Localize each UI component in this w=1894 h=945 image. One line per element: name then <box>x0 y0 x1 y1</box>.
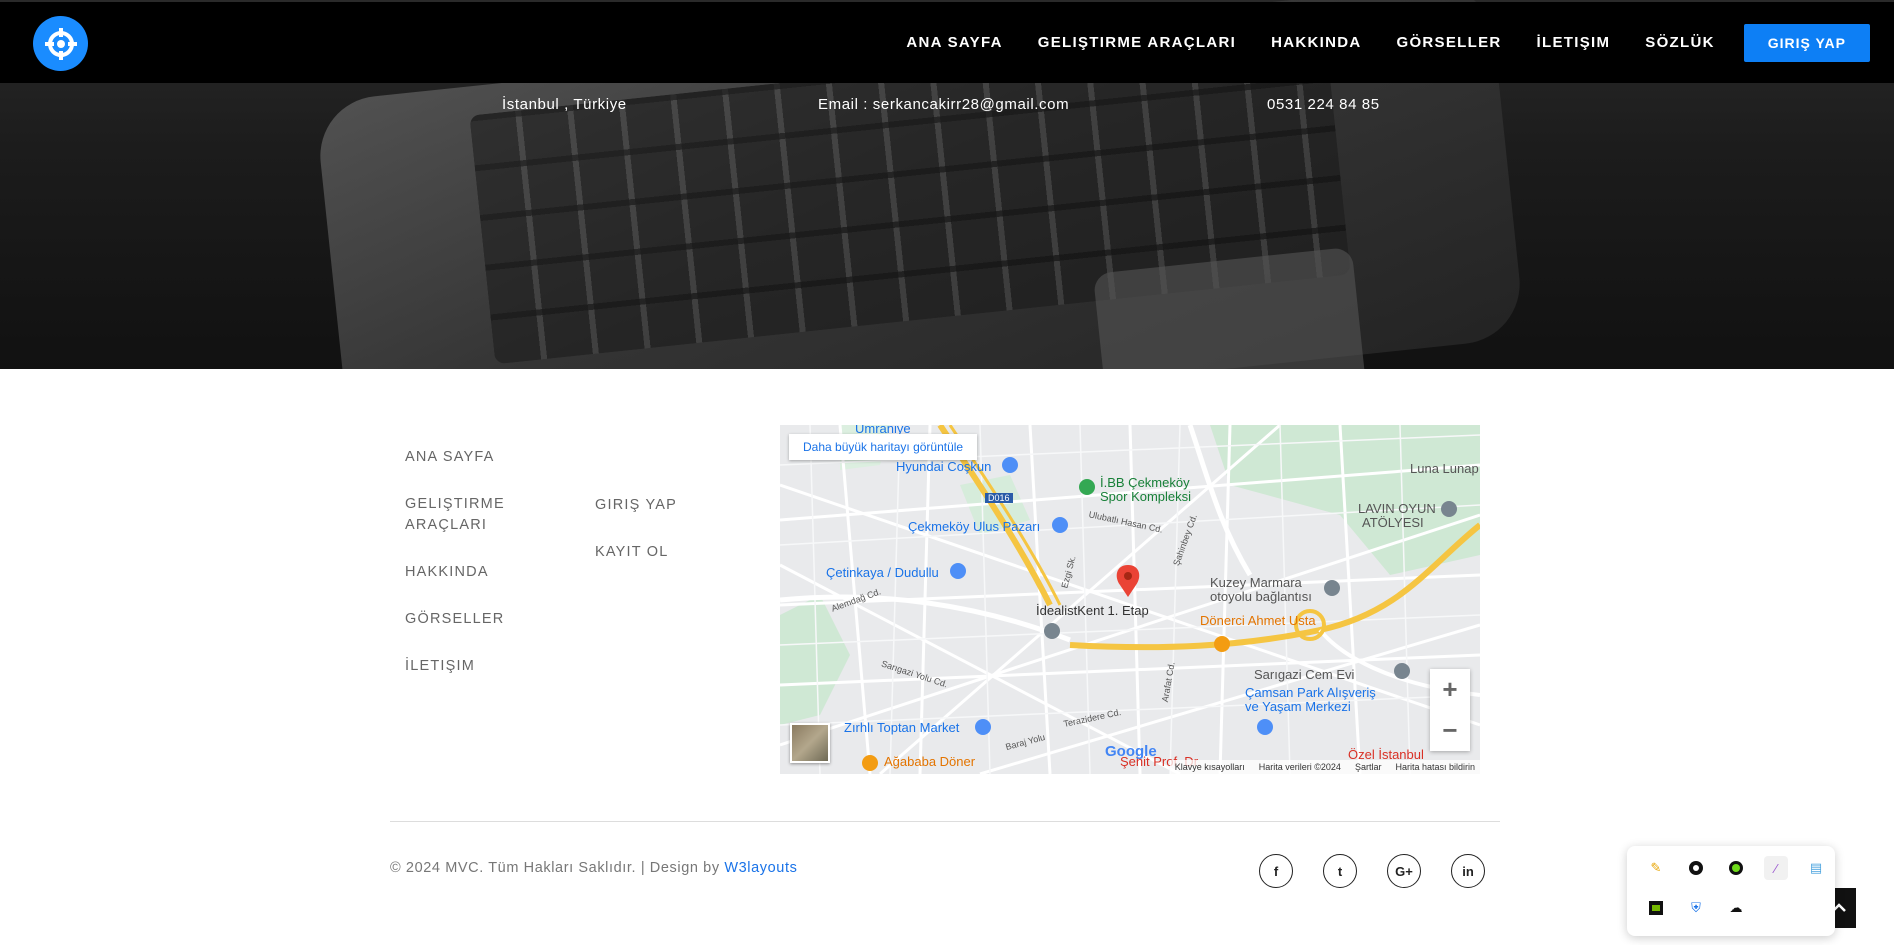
nav-ana-sayfa[interactable]: ANA SAYFA <box>906 25 1002 61</box>
footer-link-ana-sayfa[interactable]: ANA SAYFA <box>405 447 515 468</box>
footer-link-kayit-ol[interactable]: KAYIT OL <box>595 542 705 563</box>
footer-link-gelistirme-araclari[interactable]: GELIŞTIRME ARAÇLARI <box>405 494 515 536</box>
tray-app-nvidia-icon[interactable] <box>1644 896 1668 920</box>
system-tray-overflow: ✎ ⁄ ▤ ⛨ ☁ <box>1627 846 1835 936</box>
linkedin-icon[interactable]: in <box>1451 854 1485 888</box>
tray-app-feather-icon[interactable]: ⁄ <box>1764 856 1788 880</box>
map-label-ulus: Çekmeköy Ulus Pazarı <box>908 519 1041 534</box>
map-label-cetinkaya: Çetinkaya / Dudullu <box>826 565 939 580</box>
map-label-camsan: Çamsan Park Alışveriş <box>1245 685 1376 700</box>
map-attribution: Klavye kısayolları Harita verileri ©2024… <box>1169 760 1480 774</box>
report-error-link[interactable]: Harita hatası bildirin <box>1395 762 1475 772</box>
w3layouts-link[interactable]: W3layouts <box>724 860 797 876</box>
map-label-agababa: Ağababa Döner <box>884 754 976 769</box>
nav-menu: ANA SAYFA GELIŞTIRME ARAÇLARI HAKKINDA G… <box>906 24 1870 62</box>
footer-links-main: ANA SAYFA GELIŞTIRME ARAÇLARI HAKKINDA G… <box>405 447 515 703</box>
footer-link-giris-yap[interactable]: GIRIŞ YAP <box>595 495 705 516</box>
zoom-in-button[interactable]: + <box>1430 669 1470 710</box>
tray-app-cloud-icon[interactable]: ☁ <box>1724 896 1748 920</box>
footer-link-iletisim[interactable]: İLETIŞIM <box>405 656 515 677</box>
map-label-hyundai: Hyundai Coşkun <box>896 459 992 474</box>
nav-gelistirme-araclari[interactable]: GELIŞTIRME ARAÇLARI <box>1038 25 1236 61</box>
map-zoom-controls: + − <box>1430 669 1470 751</box>
map-label-sarigazi: Sarıgazi Cem Evi <box>1254 667 1355 682</box>
footer-link-gorseller[interactable]: GÖRSELLER <box>405 609 515 630</box>
tray-app-blue-icon[interactable]: ▤ <box>1804 856 1828 880</box>
map-data-text: Harita verileri ©2024 <box>1258 762 1341 772</box>
nav-gorseller[interactable]: GÖRSELLER <box>1396 25 1501 61</box>
nav-sozluk[interactable]: SÖZLÜK <box>1645 25 1714 61</box>
contact-location: İstanbul , Türkiye <box>502 96 627 113</box>
map-label-kuzey: Kuzey Marmara <box>1210 575 1302 590</box>
tray-app-github-icon[interactable] <box>1684 856 1708 880</box>
footer-links-account: GIRIŞ YAP KAYIT OL <box>595 495 705 589</box>
map-label-lavin2: ATÖLYESI <box>1362 515 1424 530</box>
twitter-icon[interactable]: t <box>1323 854 1357 888</box>
google-logo: Google <box>1105 743 1157 760</box>
map-label-idealist: İdealistKent 1. Etap <box>1036 603 1149 618</box>
map-label-camsan2: ve Yaşam Merkezi <box>1245 699 1351 714</box>
tray-app-green-icon[interactable] <box>1724 856 1748 880</box>
nav-hakkinda[interactable]: HAKKINDA <box>1271 25 1361 61</box>
map-label-ibb: İ.BB Çekmeköy <box>1100 475 1190 490</box>
logo-crosshair-icon[interactable] <box>33 16 88 71</box>
facebook-icon[interactable]: f <box>1259 854 1293 888</box>
login-button[interactable]: GIRIŞ YAP <box>1743 24 1870 62</box>
map-label-luna: Luna Lunap <box>1410 461 1479 476</box>
larger-map-link[interactable]: Daha büyük haritayı görüntüle <box>789 434 978 460</box>
tray-app-shield-icon[interactable]: ⛨ <box>1684 896 1708 920</box>
copyright: © 2024 MVC. Tüm Hakları Saklıdır. | Desi… <box>390 860 797 876</box>
map-label-kuzey2: otoyolu bağlantısı <box>1210 589 1312 604</box>
map-label-donerci: Dönerci Ahmet Usta <box>1200 613 1316 628</box>
footer-divider <box>390 821 1500 822</box>
footer-link-hakkinda[interactable]: HAKKINDA <box>405 562 515 583</box>
satellite-toggle-button[interactable] <box>790 723 830 763</box>
map-label-ibb2: Spor Kompleksi <box>1100 489 1192 504</box>
tray-app-yellow-icon[interactable]: ✎ <box>1644 856 1668 880</box>
contact-email: Email : serkancakirr28@gmail.com <box>818 96 1070 113</box>
embedded-map[interactable]: Ümraniye Hyundai Coşkun İ.BB Çekmeköy Sp… <box>780 425 1480 774</box>
map-label-d016: D016 <box>985 493 1013 503</box>
google-plus-icon[interactable]: G+ <box>1387 854 1421 888</box>
navbar: ANA SAYFA GELIŞTIRME ARAÇLARI HAKKINDA G… <box>0 2 1894 83</box>
nav-iletisim[interactable]: İLETIŞIM <box>1537 25 1611 61</box>
terms-link[interactable]: Şartlar <box>1355 762 1382 772</box>
map-label-zirhli: Zırhlı Toptan Market <box>844 720 960 735</box>
zoom-out-button[interactable]: − <box>1430 710 1470 751</box>
copyright-text: © 2024 MVC. Tüm Hakları Saklıdır. | Desi… <box>390 860 725 876</box>
map-label-lavin: LAVIN OYUN <box>1358 501 1436 516</box>
keyboard-shortcuts-link[interactable]: Klavye kısayolları <box>1175 762 1245 772</box>
contact-phone: 0531 224 84 85 <box>1267 96 1380 113</box>
